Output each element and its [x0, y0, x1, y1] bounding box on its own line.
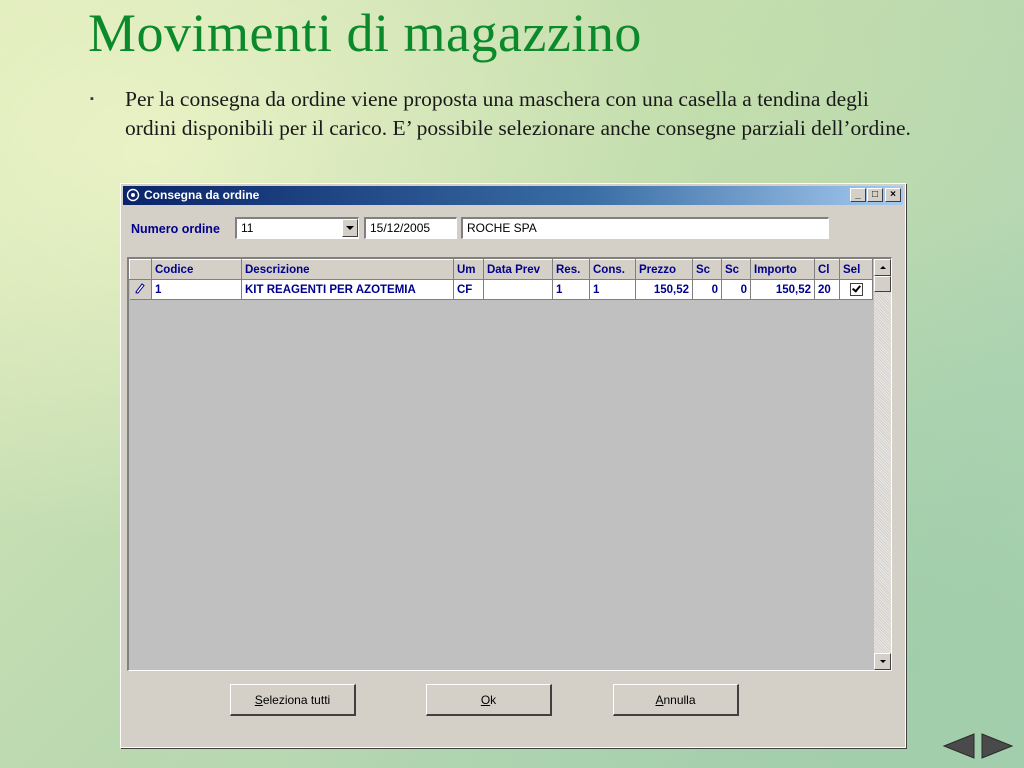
prev-slide-icon[interactable]	[940, 732, 976, 760]
column-header-um[interactable]: Um	[453, 259, 484, 280]
cell-descrizione[interactable]: KIT REAGENTI PER AZOTEMIA	[241, 279, 454, 300]
grid-header-row: Codice Descrizione Um Data Prev Res. Con…	[129, 259, 873, 280]
cell-prezzo[interactable]: 150,52	[635, 279, 693, 300]
cell-cl[interactable]: 20	[814, 279, 840, 300]
vertical-scrollbar[interactable]	[874, 259, 891, 670]
order-date-value: 15/12/2005	[370, 221, 431, 235]
order-number-label: Numero ordine	[131, 222, 220, 236]
cancel-accel: A	[655, 692, 664, 707]
slide-title: Movimenti di magazzino	[88, 3, 642, 63]
column-header-res[interactable]: Res.	[552, 259, 590, 280]
supplier-field[interactable]: ROCHE SPA	[461, 217, 829, 239]
order-date-field[interactable]: 15/12/2005	[364, 217, 457, 239]
column-header-codice[interactable]: Codice	[151, 259, 242, 280]
scroll-up-icon[interactable]	[874, 259, 891, 276]
order-number-value: 11	[241, 221, 254, 235]
bullet-text: Per la consegna da ordine viene proposta…	[125, 87, 911, 140]
close-icon: ×	[890, 189, 896, 200]
column-header-cl[interactable]: Cl	[814, 259, 840, 280]
select-all-label: eleziona tutti	[262, 692, 331, 707]
maximize-icon: □	[871, 189, 879, 200]
ok-label: k	[490, 692, 497, 707]
pencil-icon	[135, 283, 145, 294]
column-header-data-prev[interactable]: Data Prev	[483, 259, 553, 280]
app-icon	[126, 188, 140, 202]
cell-sc1[interactable]: 0	[692, 279, 722, 300]
cell-cons[interactable]: 1	[589, 279, 636, 300]
ok-accel: O	[480, 692, 491, 707]
cell-importo[interactable]: 150,52	[750, 279, 815, 300]
column-header-cons[interactable]: Cons.	[589, 259, 636, 280]
cancel-button[interactable]: Annulla	[613, 684, 739, 716]
chevron-down-icon[interactable]	[342, 219, 358, 237]
column-header-sel[interactable]: Sel	[839, 259, 873, 280]
column-header-importo[interactable]: Importo	[750, 259, 815, 280]
slide-nav	[940, 732, 1016, 760]
next-slide-icon[interactable]	[980, 732, 1016, 760]
scroll-thumb[interactable]	[874, 276, 891, 292]
checkbox-checked-icon[interactable]	[849, 283, 863, 296]
supplier-value: ROCHE SPA	[467, 221, 537, 235]
minimize-icon: _	[855, 189, 861, 200]
cell-um[interactable]: CF	[453, 279, 484, 300]
row-selector[interactable]	[129, 279, 152, 300]
cell-sc2[interactable]: 0	[721, 279, 751, 300]
order-number-combo[interactable]: 11	[235, 217, 359, 239]
dialog-window: Consegna da ordine _ □ × Numero ordine 1…	[120, 183, 906, 748]
select-all-accel: S	[254, 692, 263, 707]
row-selector-header	[129, 259, 152, 280]
column-header-sc1[interactable]: Sc	[692, 259, 722, 280]
window-title: Consegna da ordine	[144, 188, 260, 202]
cell-sel[interactable]	[839, 279, 873, 300]
select-all-button[interactable]: Seleziona tutti	[230, 684, 356, 716]
cell-codice[interactable]: 1	[151, 279, 242, 300]
close-button[interactable]: ×	[885, 188, 901, 202]
cancel-label: nnulla	[663, 692, 696, 707]
order-lines-grid[interactable]: Codice Descrizione Um Data Prev Res. Con…	[127, 257, 892, 671]
title-bar[interactable]: Consegna da ordine _ □ ×	[123, 186, 903, 205]
bullet-icon: ▪	[90, 93, 94, 105]
column-header-sc2[interactable]: Sc	[721, 259, 751, 280]
grid-table: Codice Descrizione Um Data Prev Res. Con…	[129, 259, 873, 300]
column-header-descrizione[interactable]: Descrizione	[241, 259, 454, 280]
maximize-button[interactable]: □	[867, 188, 883, 202]
scroll-down-icon[interactable]	[874, 653, 891, 670]
table-row[interactable]: 1 KIT REAGENTI PER AZOTEMIA CF 1 1 150,5…	[129, 279, 873, 300]
cell-res[interactable]: 1	[552, 279, 590, 300]
cell-data-prev[interactable]	[483, 279, 553, 300]
column-header-prezzo[interactable]: Prezzo	[635, 259, 693, 280]
ok-button[interactable]: Ok	[426, 684, 552, 716]
minimize-button[interactable]: _	[850, 188, 866, 202]
